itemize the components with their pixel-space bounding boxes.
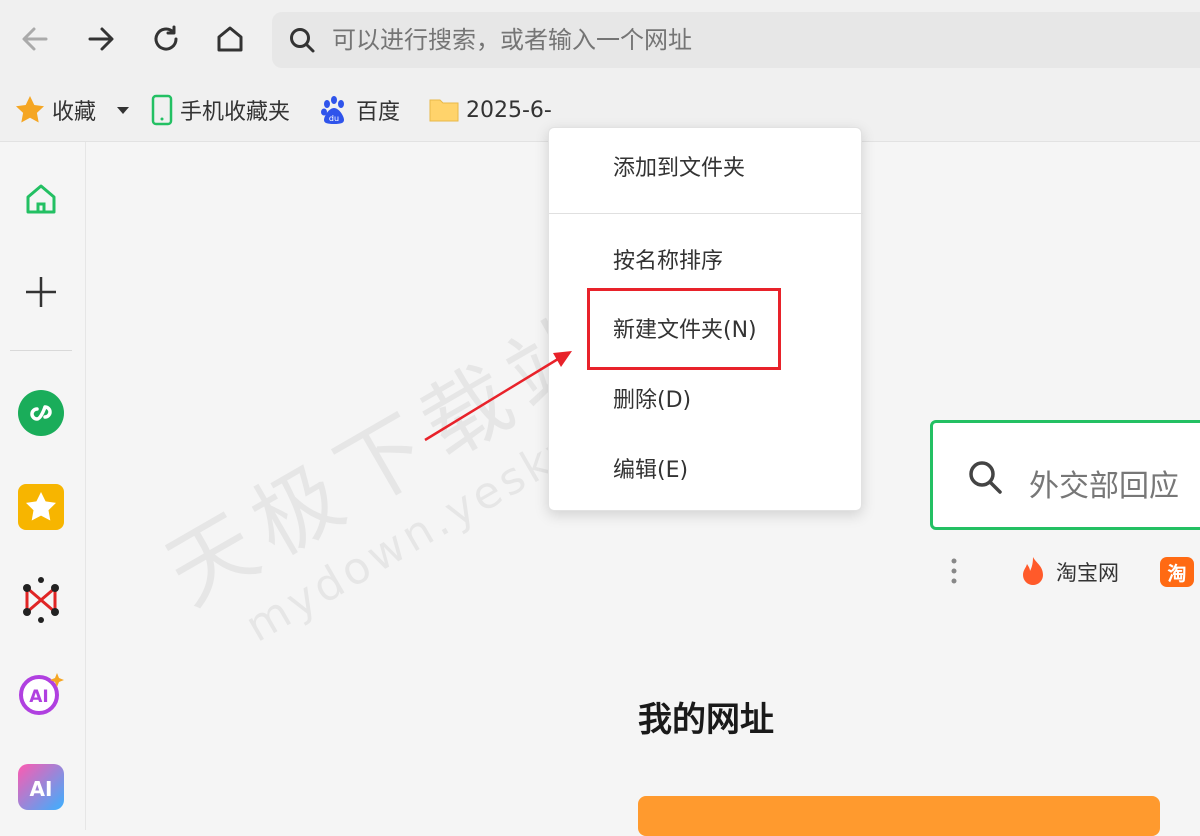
annotation-arrow	[424, 351, 572, 442]
